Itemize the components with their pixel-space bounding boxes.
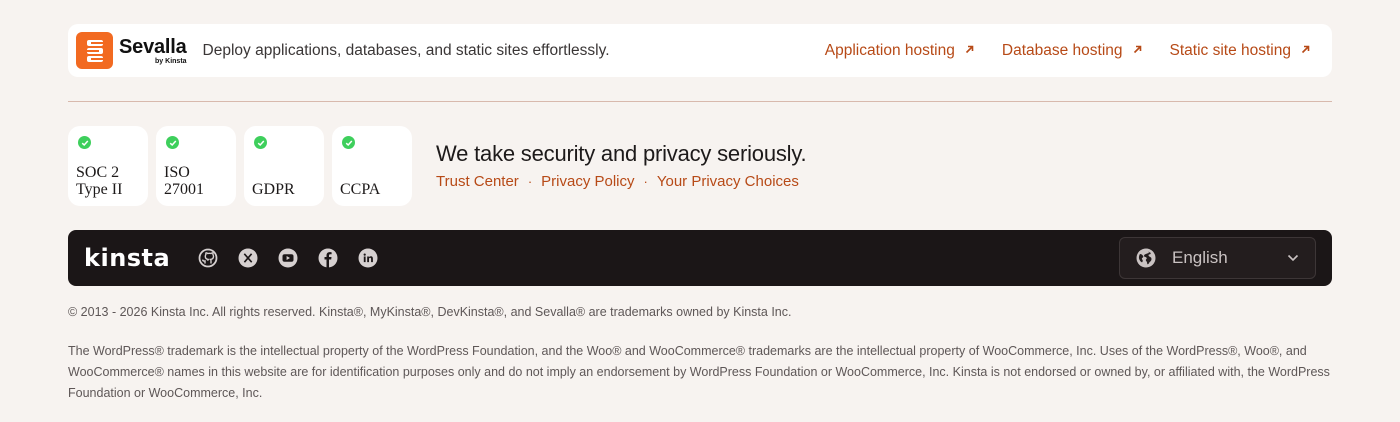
- link-label: Static site hosting: [1169, 41, 1291, 59]
- check-icon: [78, 136, 91, 149]
- globe-icon: [1136, 248, 1156, 268]
- social-links: [198, 248, 378, 268]
- facebook-icon[interactable]: [318, 248, 338, 268]
- sevalla-tagline: Deploy applications, databases, and stat…: [202, 41, 610, 59]
- arrow-up-right-icon: [1301, 45, 1310, 57]
- language-label: English: [1172, 248, 1228, 267]
- trademark-disclaimer: The WordPress® trademark is the intellec…: [68, 344, 1330, 400]
- copyright-text: © 2013 - 2026 Kinsta Inc. All rights res…: [68, 305, 792, 319]
- link-label: Database hosting: [1001, 41, 1123, 59]
- sevalla-banner: Sevalla by Kinsta Deploy applications, d…: [68, 24, 1332, 77]
- badge-gdpr: GDPR: [244, 126, 324, 206]
- x-icon[interactable]: [238, 248, 258, 268]
- badge-iso27001: ISO 27001: [156, 126, 236, 206]
- sevalla-wordmark[interactable]: Sevalla by Kinsta: [119, 37, 187, 65]
- arrow-up-right-icon: [1133, 45, 1142, 57]
- check-icon: [254, 136, 267, 149]
- application-hosting-link[interactable]: Application hosting: [825, 42, 974, 60]
- link-label: Application hosting: [824, 41, 955, 59]
- badge-label: GDPR: [252, 181, 295, 198]
- badge-label: CCPA: [340, 181, 381, 198]
- privacy-choices-link[interactable]: Your Privacy Choices: [657, 173, 799, 190]
- divider: [68, 101, 1332, 102]
- database-hosting-link[interactable]: Database hosting: [1002, 42, 1142, 60]
- privacy-policy-link[interactable]: Privacy Policy: [541, 173, 634, 190]
- youtube-icon[interactable]: [278, 248, 298, 268]
- check-icon: [342, 136, 355, 149]
- language-selector[interactable]: English: [1119, 237, 1316, 279]
- separator: ·: [643, 174, 648, 189]
- arrow-up-right-icon: [965, 45, 974, 57]
- separator: ·: [527, 174, 533, 189]
- sevalla-name: Sevalla: [119, 35, 187, 58]
- trust-center-link[interactable]: Trust Center: [436, 173, 519, 190]
- linkedin-icon[interactable]: [358, 248, 378, 268]
- check-icon: [166, 136, 179, 149]
- chevron-down-icon: [1287, 249, 1299, 267]
- badge-ccpa: CCPA: [332, 126, 412, 206]
- badge-label: SOC 2 Type II: [76, 164, 123, 198]
- security-links: Trust Center · Privacy Policy · Your Pri…: [436, 173, 806, 190]
- sevalla-links: Application hosting Database hosting Sta…: [825, 42, 1324, 60]
- sevalla-logo-icon[interactable]: [76, 32, 113, 69]
- badge-soc2: SOC 2 Type II: [68, 126, 148, 206]
- compliance-badges: SOC 2 Type II ISO 27001 GDPR CCPA: [68, 126, 412, 206]
- kinsta-logo[interactable]: kinsta: [84, 244, 170, 272]
- sevalla-by-kinsta: by Kinsta: [155, 57, 187, 65]
- github-icon[interactable]: [198, 248, 218, 268]
- footer-bar: kinsta English: [68, 230, 1332, 286]
- security-title: We take security and privacy seriously.: [436, 141, 807, 166]
- static-site-hosting-link[interactable]: Static site hosting: [1170, 42, 1310, 60]
- security-section: We take security and privacy seriously. …: [436, 141, 807, 190]
- badge-label: ISO 27001: [164, 164, 204, 198]
